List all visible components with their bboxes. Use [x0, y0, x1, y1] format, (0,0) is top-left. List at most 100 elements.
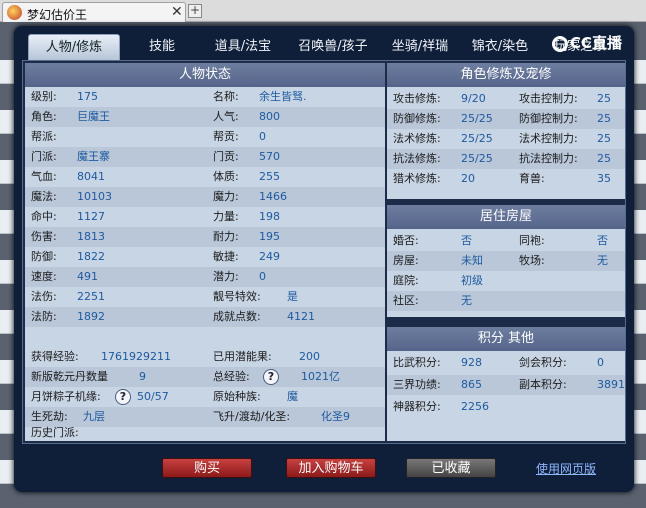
- data-row: 抗法修炼: 25/25 抗法控制力: 25: [387, 149, 625, 169]
- points-header: 积分 其他: [387, 327, 625, 351]
- dan-value: 9: [139, 370, 146, 383]
- stat-value: 2251: [77, 290, 105, 303]
- browser-tab-title: 梦幻估价王: [27, 8, 88, 22]
- stat-label: 门派:: [31, 150, 57, 163]
- data-row: 社区: 无: [387, 291, 625, 311]
- dan-label: 新版乾元丹数量: [31, 370, 108, 383]
- field-label: 攻击修炼:: [393, 92, 441, 105]
- house-panel: 居住房屋 婚否: 否同袍: 否房屋: 未知 牧场: 无庭院: 初级 社区: 无: [387, 205, 625, 317]
- field-label: 法术控制力:: [519, 132, 578, 145]
- stat-label: 靓号特效:: [213, 290, 261, 303]
- field-value: 否: [597, 234, 608, 247]
- field-value: 865: [461, 378, 482, 391]
- add-to-cart-button[interactable]: 加入购物车: [286, 458, 376, 478]
- cc-logo-text: CC直播: [570, 34, 623, 52]
- stat-value: 0: [259, 130, 266, 143]
- field-value: 25/25: [461, 152, 493, 165]
- stat-row: 伤害: 1813 耐力: 195: [25, 227, 385, 247]
- stat-value: 8041: [77, 170, 105, 183]
- stat-label: 名称:: [213, 90, 239, 103]
- stat-row: 气血: 8041 体质: 255: [25, 167, 385, 187]
- stat-label: 气血:: [31, 170, 57, 183]
- field-value: 0: [597, 356, 604, 369]
- help-icon[interactable]: ?: [263, 369, 279, 385]
- field-value: 无: [597, 254, 608, 267]
- field-value: 初级: [461, 274, 483, 287]
- close-tab-icon[interactable]: ✕: [171, 4, 183, 20]
- tab-bar: 人物/修炼 技能 道具/法宝 召唤兽/孩子 坐骑/祥瑞 锦衣/染色 玩家之家 C…: [22, 32, 622, 60]
- app-favicon-icon: [7, 5, 22, 20]
- stat-value: 249: [259, 250, 280, 263]
- cc-live-logo: CC直播: [552, 32, 642, 52]
- data-row: 猎术修炼: 20 育兽: 35: [387, 169, 625, 189]
- field-value: 25: [597, 132, 611, 145]
- stat-row: 命中: 1127 力量: 198: [25, 207, 385, 227]
- stat-label: 敏捷:: [213, 250, 239, 263]
- stat-label: 帮贡:: [213, 130, 239, 143]
- field-label: 婚否:: [393, 234, 419, 247]
- field-value: 25/25: [461, 132, 493, 145]
- field-label: 神器积分:: [393, 400, 441, 413]
- favorited-button[interactable]: 已收藏: [406, 458, 496, 478]
- field-value: 35: [597, 172, 611, 185]
- house-header: 居住房屋: [387, 205, 625, 229]
- stat-value: 491: [77, 270, 98, 283]
- stat-label: 耐力:: [213, 230, 239, 243]
- stat-value: 1127: [77, 210, 105, 223]
- dan-row: 新版乾元丹数量 9 总经验: ? 1021亿: [25, 367, 385, 387]
- life-value: 九层: [83, 410, 105, 423]
- stat-label: 魔法:: [31, 190, 57, 203]
- stat-value: 1466: [259, 190, 287, 203]
- buy-button[interactable]: 购买: [162, 458, 252, 478]
- stat-label: 法防:: [31, 310, 57, 323]
- field-label: 攻击控制力:: [519, 92, 578, 105]
- detail-window: 人物/修炼 技能 道具/法宝 召唤兽/孩子 坐骑/祥瑞 锦衣/染色 玩家之家 C…: [14, 26, 634, 492]
- stat-row: 魔法: 10103 魔力: 1466: [25, 187, 385, 207]
- history-label: 历史门派:: [31, 426, 79, 439]
- stat-value: 是: [287, 290, 298, 303]
- field-label: 剑会积分:: [519, 356, 567, 369]
- field-label: 比武积分:: [393, 356, 441, 369]
- browser-tab[interactable]: 梦幻估价王 ✕: [2, 2, 186, 22]
- stat-value: 10103: [77, 190, 112, 203]
- field-label: 副本积分:: [519, 378, 567, 391]
- tab-outfits[interactable]: 锦衣/染色: [462, 34, 538, 60]
- tab-mounts[interactable]: 坐骑/祥瑞: [382, 34, 458, 60]
- fly-value: 化圣9: [321, 410, 350, 423]
- tab-skills[interactable]: 技能: [132, 34, 192, 60]
- tab-pets[interactable]: 召唤兽/孩子: [288, 34, 378, 60]
- tab-items[interactable]: 道具/法宝: [204, 34, 282, 60]
- stat-value: 175: [77, 90, 98, 103]
- stat-label: 人气:: [213, 110, 239, 123]
- tab-character[interactable]: 人物/修炼: [28, 34, 120, 60]
- data-row: 法术修炼: 25/25 法术控制力: 25: [387, 129, 625, 149]
- data-row: 房屋: 未知 牧场: 无: [387, 251, 625, 271]
- race-label: 原始种族:: [213, 390, 261, 403]
- stat-row: 速度: 491 潜力: 0: [25, 267, 385, 287]
- stat-row: 法防: 1892 成就点数: 4121: [25, 307, 385, 327]
- use-web-version-link[interactable]: 使用网页版: [536, 460, 596, 477]
- stat-value: 800: [259, 110, 280, 123]
- stat-label: 命中:: [31, 210, 57, 223]
- mooncake-label: 月饼粽子机缘:: [31, 390, 101, 403]
- data-row: 比武积分: 928 剑会积分: 0: [387, 353, 625, 373]
- data-row: 防御修炼: 25/25 防御控制力: 25: [387, 109, 625, 129]
- stat-label: 潜力:: [213, 270, 239, 283]
- stat-value: 255: [259, 170, 280, 183]
- field-value: 3891: [597, 378, 625, 391]
- field-label: 抗法修炼:: [393, 152, 441, 165]
- cultivation-panel: 角色修炼及宠修 攻击修炼: 9/20 攻击控制力: 25 防御修炼: 25/25 防御控制力…: [387, 63, 625, 199]
- stat-label: 体质:: [213, 170, 239, 183]
- stat-row: 门派: 魔王寨 门贡: 570: [25, 147, 385, 167]
- character-status-header: 人物状态: [25, 63, 385, 87]
- new-tab-button[interactable]: +: [188, 4, 202, 18]
- total-exp-label: 总经验:: [213, 370, 250, 383]
- help-icon[interactable]: ?: [115, 389, 131, 405]
- exp-value: 1761929211: [101, 350, 171, 363]
- stat-value: 魔王寨: [77, 150, 110, 163]
- data-row: 攻击修炼: 9/20 攻击控制力: 25: [387, 89, 625, 109]
- stat-row: 防御: 1822 敏捷: 249: [25, 247, 385, 267]
- cultivation-header: 角色修炼及宠修: [387, 63, 625, 87]
- stat-label: 速度:: [31, 270, 57, 283]
- stat-value: 198: [259, 210, 280, 223]
